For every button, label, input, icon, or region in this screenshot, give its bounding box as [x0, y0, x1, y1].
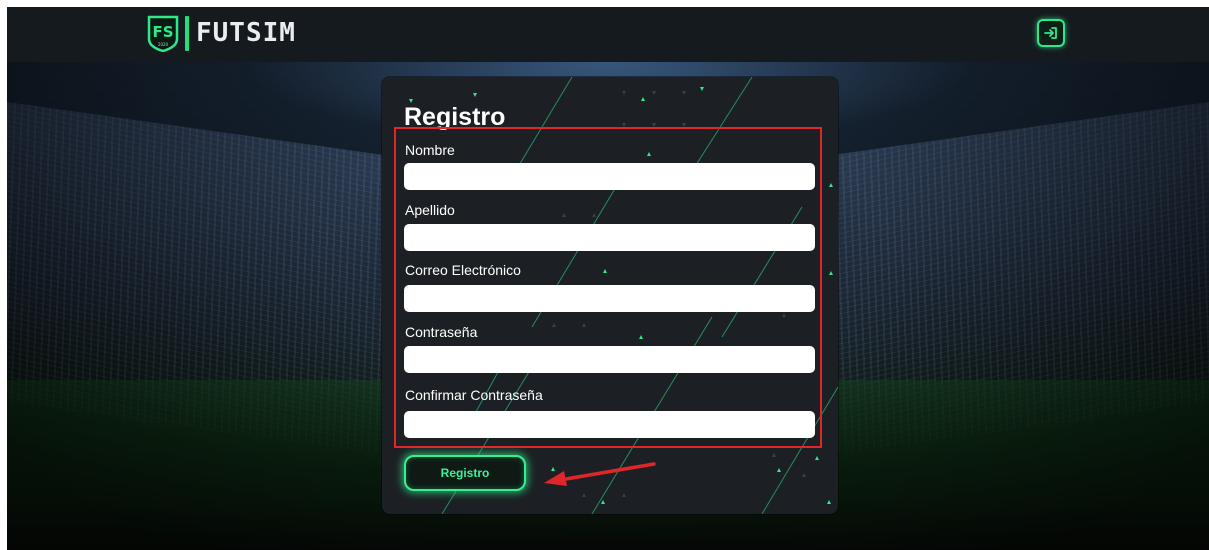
apellido-label: Apellido — [405, 202, 455, 218]
password-label: Contraseña — [405, 324, 478, 340]
confirm-password-input[interactable] — [404, 411, 815, 438]
nombre-input[interactable] — [404, 163, 815, 190]
email-label: Correo Electrónico — [405, 262, 521, 278]
login-button[interactable] — [1037, 19, 1065, 47]
top-navbar: FS 2020 FUTSIM — [7, 7, 1209, 62]
brand-name: FUTSIM — [196, 18, 296, 48]
email-input[interactable] — [404, 285, 815, 312]
app-window: FS 2020 FUTSIM Registro Nombre Apellido … — [7, 7, 1209, 550]
svg-text:2020: 2020 — [158, 42, 169, 47]
nombre-label: Nombre — [405, 142, 455, 158]
confirm-password-label: Confirmar Contraseña — [405, 387, 543, 403]
apellido-input[interactable] — [404, 224, 815, 251]
logo-badge-icon: FS 2020 — [147, 15, 179, 53]
brand-logo[interactable]: FS 2020 FUTSIM — [147, 15, 296, 53]
registration-card: Registro Nombre Apellido Correo Electrón… — [382, 77, 838, 514]
login-icon — [1044, 27, 1057, 39]
password-input[interactable] — [404, 346, 815, 373]
svg-text:FS: FS — [152, 23, 173, 41]
logo-divider — [185, 16, 189, 51]
register-button[interactable]: Registro — [404, 455, 526, 491]
